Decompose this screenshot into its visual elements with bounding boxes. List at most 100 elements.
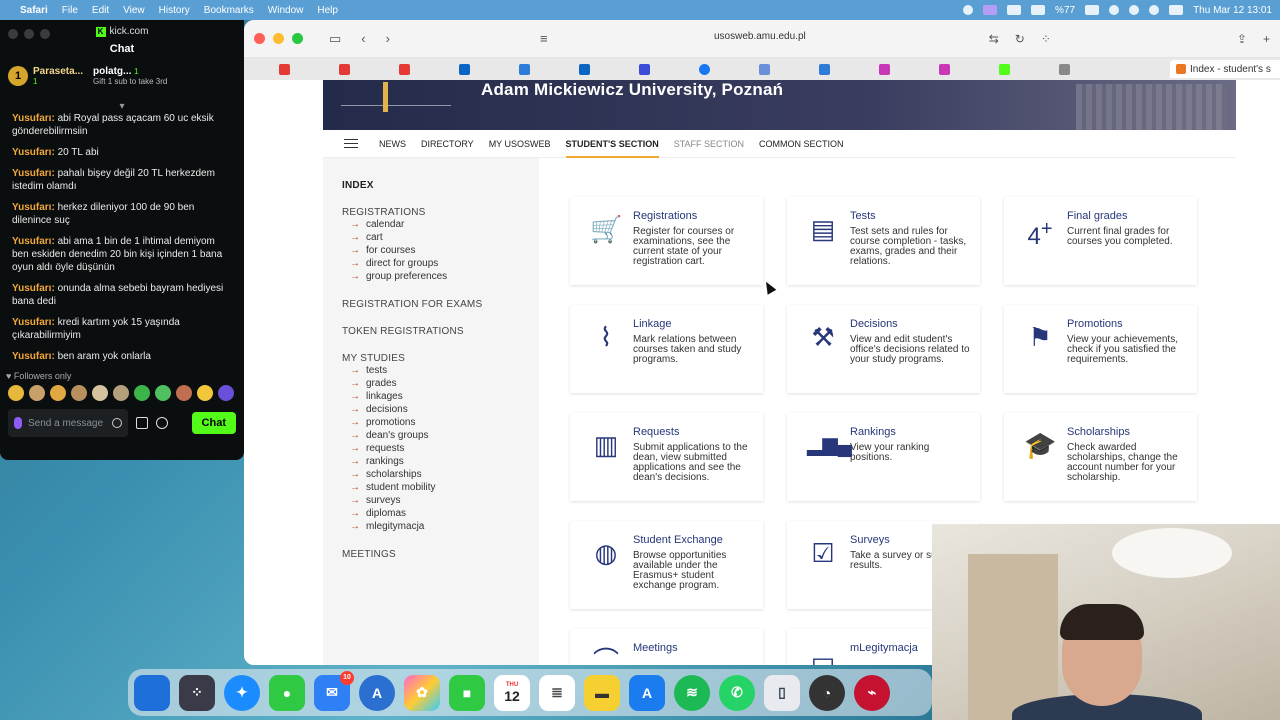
sidebar-registration-exams[interactable]: REGISTRATION FOR EXAMS [342,299,539,310]
tile-promotions[interactable]: ⚑ Promotions View your achievements, che… [1004,305,1197,393]
menu-edit[interactable]: Edit [92,5,109,16]
back-icon[interactable]: ‹ [361,31,365,46]
messages-icon[interactable]: ● [269,674,305,711]
tab-overview-icon[interactable]: ⁘ [1041,32,1051,46]
emote-icon[interactable] [155,385,171,401]
notes-icon[interactable]: ▬ [584,674,620,711]
photos-icon[interactable]: ✿ [404,674,440,711]
sidebar-link[interactable]: → grades [350,377,539,390]
share-icon[interactable]: ⇪ [1237,32,1247,46]
tab-active[interactable]: Index - student's s [1170,60,1280,78]
gifter-first[interactable]: 1 Paraseta... 1 [8,66,83,100]
sidebar-link[interactable]: → group preferences [350,270,539,283]
menu-app-name[interactable]: Safari [20,5,48,16]
tab-favicon-site-icon[interactable] [638,63,650,75]
xcode-icon[interactable]: A [629,674,665,711]
sidebar-link[interactable]: → for courses [350,244,539,257]
hamburger-menu-icon[interactable] [344,136,358,151]
menu-file[interactable]: File [62,5,78,16]
tab-favicon-youtube-icon[interactable] [338,63,350,75]
chat-input[interactable]: Send a message [8,409,128,437]
menu-bookmarks[interactable]: Bookmarks [204,5,254,16]
finder-icon[interactable] [134,674,170,711]
nav-directory[interactable]: DIRECTORY [421,130,474,158]
emote-icon[interactable] [50,385,66,401]
tile-requests[interactable]: ▥ Requests Submit applications to the de… [570,413,763,501]
translate-icon[interactable]: ⇆ [989,32,999,46]
sidebar-meetings[interactable]: MEETINGS [342,549,539,560]
emote-icon[interactable] [176,385,192,401]
facetime-icon[interactable]: ■ [449,674,485,711]
tab-favicon-linkedin-icon[interactable] [578,63,590,75]
menu-clock[interactable]: Thu Mar 12 13:01 [1193,5,1272,16]
sidebar-toggle-icon[interactable]: ▭ [329,31,341,47]
safari-icon[interactable]: ✦ [224,674,260,711]
menu-view[interactable]: View [123,5,145,16]
gear-icon[interactable] [156,417,168,429]
chat-send-button[interactable]: Chat [191,412,236,434]
window-zoom-button[interactable] [40,29,50,39]
tab-favicon-kick-icon[interactable] [998,63,1010,75]
emote-icon[interactable] [71,385,87,401]
screen-recorder-icon[interactable]: ⌁ [854,674,890,711]
sidebar-link[interactable]: → student mobility [350,481,539,494]
menu-help[interactable]: Help [317,5,338,16]
reader-icon[interactable]: ≡ [540,31,548,46]
search-icon[interactable] [1129,5,1140,15]
zoom-window-button[interactable] [292,33,303,44]
menu-history[interactable]: History [159,5,190,16]
mail-icon[interactable]: ✉ 10 [314,670,354,711]
sidebar-link[interactable]: → promotions [350,416,539,429]
minimize-window-button[interactable] [273,33,284,44]
new-tab-icon[interactable]: + [1263,32,1270,46]
gift-icon[interactable] [136,417,148,429]
sidebar-link[interactable]: → calendar [350,218,539,231]
emote-bar[interactable] [0,381,244,405]
emoji-icon[interactable] [112,418,122,428]
activity-monitor-icon[interactable]: ◔ [809,674,845,711]
extension-icon[interactable] [1007,5,1022,15]
window-close-button[interactable] [8,29,18,39]
pin-icon[interactable]: ▾ [0,102,244,112]
sidebar-link[interactable]: → decisions [350,403,539,416]
emote-icon[interactable] [218,385,234,401]
battery-percent[interactable]: %77 [1055,5,1075,16]
tile-student-exchange[interactable]: ◍ Student Exchange Browse opportunities … [570,521,763,609]
sidebar-registrations[interactable]: REGISTRATIONS [342,207,539,218]
address-bar[interactable]: usosweb.amu.edu.pl [714,31,806,42]
sidebar-link[interactable]: → tests [350,364,539,377]
whatsapp-icon[interactable]: ✆ [719,674,755,711]
tab-favicon-linkedin-icon[interactable] [458,63,470,75]
mic-icon[interactable] [14,417,22,429]
emote-icon[interactable] [29,385,45,401]
sidebar-index[interactable]: INDEX [342,180,539,191]
status-icon[interactable] [963,5,974,15]
emote-icon[interactable] [8,385,24,401]
app-store-icon[interactable]: A [359,674,395,711]
emote-icon[interactable] [92,385,108,401]
tile-rankings[interactable]: ▂▆▄ Rankings View your ranking positions… [787,413,980,501]
nav-students-section[interactable]: STUDENT'S SECTION [565,130,659,158]
tab-favicon-k-icon[interactable] [938,63,950,75]
window-minimize-button[interactable] [24,29,34,39]
screen-mirror-icon[interactable] [983,5,998,15]
emote-icon[interactable] [113,385,129,401]
sidebar-link[interactable]: → scholarships [350,468,539,481]
tab-favicon-g-icon[interactable] [1058,63,1070,75]
reminders-icon[interactable]: ≣ [539,674,575,711]
tile-decisions[interactable]: ⚒ Decisions View and edit student's offi… [787,305,980,393]
nav-news[interactable]: NEWS [379,130,406,158]
wifi-icon[interactable] [1109,5,1120,15]
tile-meetings[interactable]: ⌒ Meetings [570,629,763,665]
sidebar-link[interactable]: → cart [350,231,539,244]
sidebar-link[interactable]: → surveys [350,494,539,507]
chat-messages[interactable]: Yusufarı: abi Royal pass açacam 60 uc ek… [0,112,244,363]
display-icon[interactable] [1031,5,1046,15]
tab-favicon-youtube-icon[interactable] [398,63,410,75]
tab-favicon-site-icon[interactable] [818,63,830,75]
sidebar-link[interactable]: → requests [350,442,539,455]
calendar-icon[interactable]: THU 12 [494,674,530,711]
battery-icon[interactable] [1085,5,1100,15]
sidebar-my-studies[interactable]: MY STUDIES [342,353,539,364]
tab-favicon-site-icon[interactable] [518,63,530,75]
